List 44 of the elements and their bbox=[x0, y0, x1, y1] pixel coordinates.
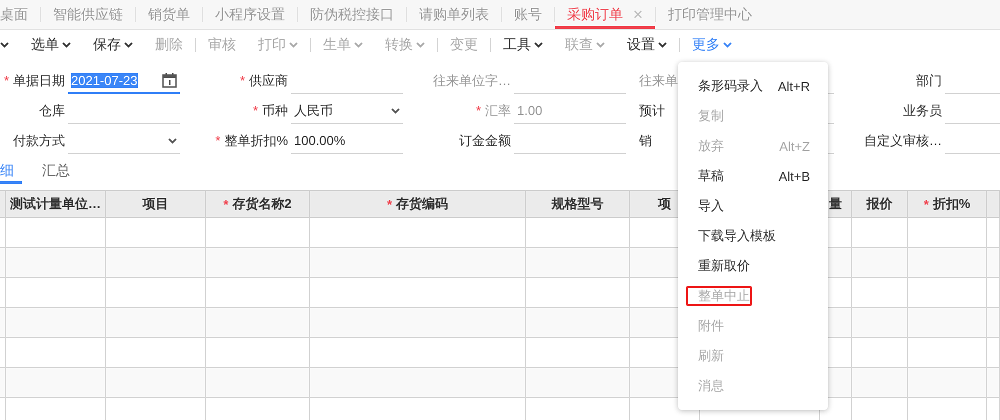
field-label: * 供应商 bbox=[240, 72, 288, 90]
menu-item[interactable]: 下载导入模板 bbox=[678, 221, 828, 251]
toolbar-button[interactable]: 更多 bbox=[692, 36, 732, 54]
field-label: 往来单位字… bbox=[433, 72, 511, 90]
toolbar-button[interactable]: 设置 bbox=[627, 36, 667, 54]
tab[interactable]: 请购单列表 bbox=[407, 0, 501, 29]
field-label: 业务员 bbox=[903, 102, 942, 120]
field-label: * 单据日期 bbox=[4, 72, 65, 90]
tab[interactable]: 销货单 bbox=[136, 0, 202, 29]
field-label: 仓库 bbox=[39, 102, 65, 120]
menu-item[interactable]: 重新取价 bbox=[678, 251, 828, 281]
toolbar-button[interactable]: 选单 bbox=[31, 36, 71, 54]
field-label: 销 bbox=[638, 132, 652, 150]
tab[interactable]: 打印管理中心 bbox=[656, 0, 764, 29]
tab[interactable]: 采购订单 × bbox=[555, 0, 655, 29]
field-label: 付款方式 bbox=[13, 132, 65, 150]
tab[interactable]: 汇总 bbox=[42, 160, 78, 184]
tab[interactable]: 小程序设置 bbox=[203, 0, 297, 29]
field-label: * 整单折扣% bbox=[215, 132, 288, 150]
input-field[interactable]: 100.00% bbox=[291, 128, 403, 154]
toolbar-button[interactable]: 工具 bbox=[503, 36, 543, 54]
toolbar-button[interactable]: 保存 bbox=[93, 36, 133, 54]
field-label: 自定义审核… bbox=[864, 132, 942, 150]
tab[interactable]: 细 bbox=[0, 160, 22, 184]
field-label: 预计 bbox=[638, 102, 665, 120]
tab[interactable]: 智能供应链 bbox=[41, 0, 135, 29]
tab[interactable]: 桌面 bbox=[0, 0, 40, 29]
chevron-icon bbox=[168, 138, 177, 144]
field-label: 订金金额 bbox=[459, 132, 511, 150]
chevron-icon bbox=[391, 108, 400, 114]
tab[interactable]: 防伪税控接口 bbox=[298, 0, 406, 29]
date-field[interactable]: 2021-07-23 bbox=[68, 68, 180, 94]
select-field[interactable]: 人民币 bbox=[291, 98, 403, 124]
column-header: * 存货编码 bbox=[310, 190, 526, 218]
field-label: 往来单 bbox=[638, 72, 678, 90]
menu-item[interactable]: 草稿 Alt+B bbox=[678, 161, 828, 191]
field-label: * 币种 bbox=[252, 102, 288, 120]
close-icon[interactable]: × bbox=[633, 6, 643, 23]
menu-item[interactable]: 条形码录入 Alt+R bbox=[678, 71, 828, 101]
tab[interactable]: 账号 bbox=[502, 0, 554, 29]
calendar-icon[interactable] bbox=[162, 72, 177, 88]
field-label: * 汇率 bbox=[476, 102, 511, 120]
caret-icon bbox=[0, 42, 9, 48]
field-label: 部门 bbox=[916, 72, 942, 90]
